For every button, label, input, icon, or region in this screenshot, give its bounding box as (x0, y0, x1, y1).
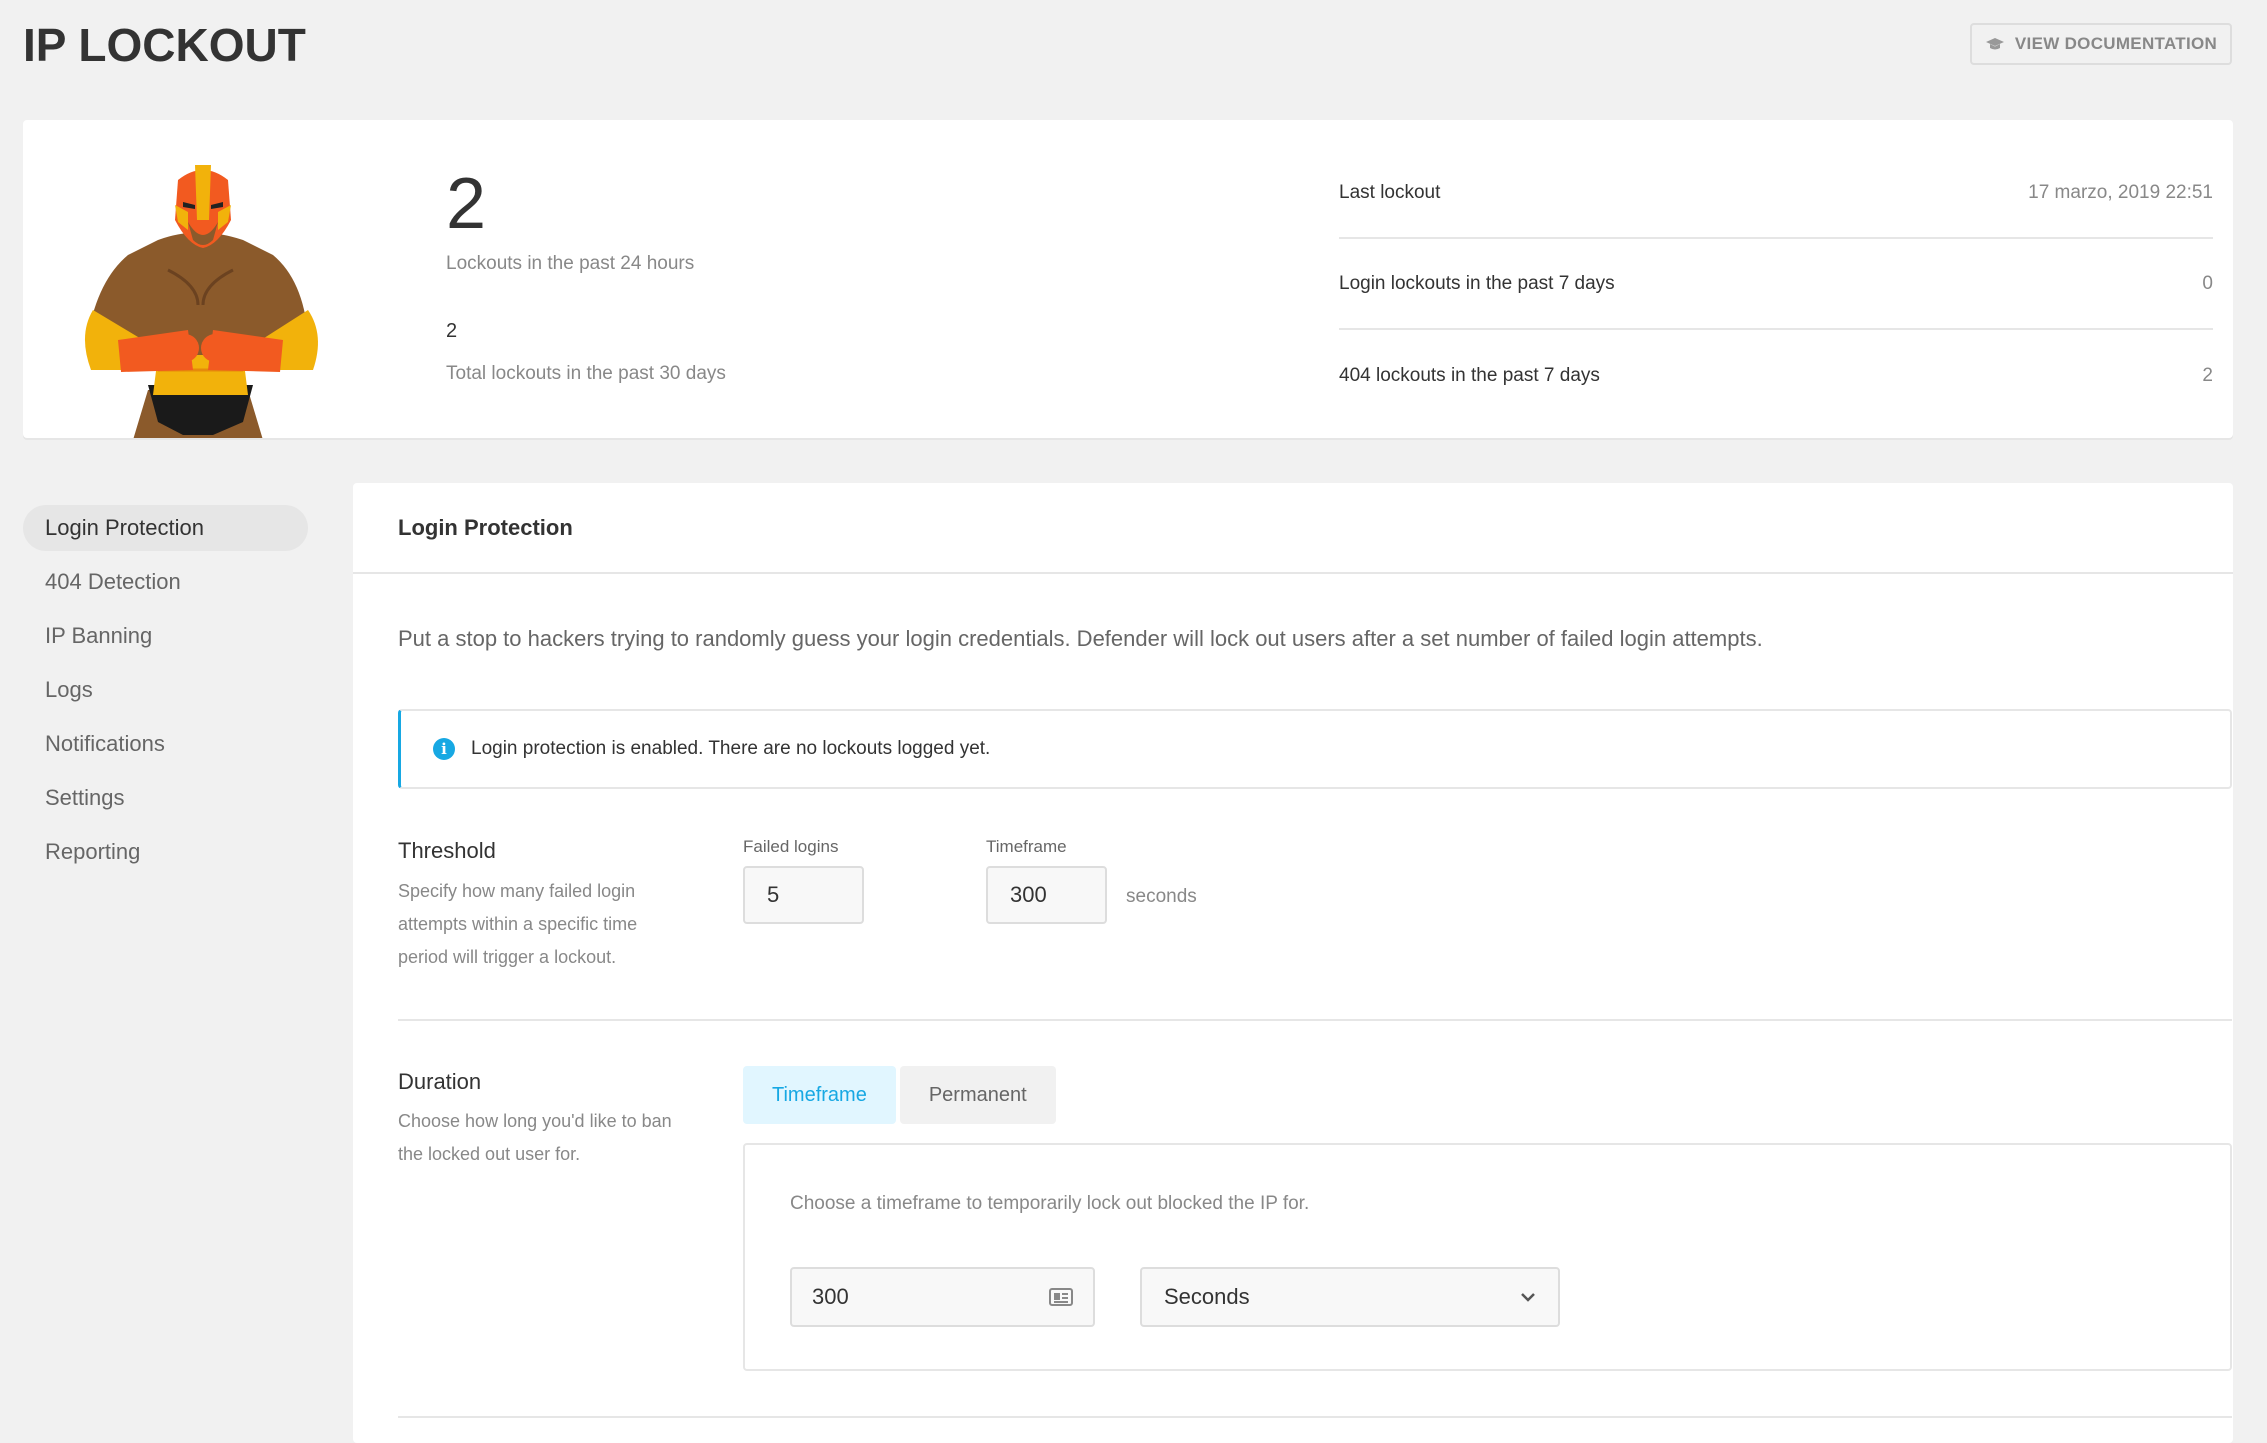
defender-mascot-image (84, 165, 318, 438)
login-protection-panel: Login Protection Put a stop to hackers t… (353, 483, 2233, 1443)
duration-value-input[interactable]: 300 (790, 1267, 1095, 1327)
lockout-stats-list: Last lockout 17 marzo, 2019 22:51 Login … (1339, 148, 2213, 421)
threshold-title: Threshold (398, 838, 496, 863)
sidebar-item-404-detection[interactable]: 404 Detection (23, 559, 308, 605)
section-divider (398, 1019, 2232, 1021)
stat-label: 404 lockouts in the past 7 days (1339, 364, 1600, 386)
lockouts-30d-label: Total lockouts in the past 30 days (446, 363, 726, 384)
notice-text: Login protection is enabled. There are n… (471, 738, 991, 759)
view-documentation-label: VIEW DOCUMENTATION (2014, 34, 2218, 53)
tab-timeframe[interactable]: Timeframe (743, 1066, 896, 1124)
lockouts-30d-count: 2 (446, 320, 458, 342)
timeframe-label: Timeframe (986, 837, 1067, 856)
section-divider (398, 1416, 2232, 1418)
sidebar-item-reporting[interactable]: Reporting (23, 829, 308, 875)
sidebar-item-ip-banning[interactable]: IP Banning (23, 613, 308, 659)
stat-label: Login lockouts in the past 7 days (1339, 272, 1615, 294)
threshold-description: Specify how many failed login attempts w… (398, 881, 638, 967)
panel-description: Put a stop to hackers trying to randomly… (398, 626, 1763, 651)
stat-label: Last lockout (1339, 181, 1441, 203)
duration-title: Duration (398, 1069, 482, 1094)
timeframe-unit: seconds (1126, 886, 1197, 907)
timeframe-input[interactable]: 300 (986, 866, 1107, 924)
sidebar-item-notifications[interactable]: Notifications (23, 721, 308, 767)
duration-description: Choose how long you'd like to ban the lo… (398, 1111, 672, 1164)
duration-value-text: 300 (812, 1284, 849, 1309)
stat-value: 0 (2202, 272, 2213, 294)
stat-row-404-lockouts: 404 lockouts in the past 7 days 2 (1339, 330, 2213, 421)
failed-logins-label: Failed logins (743, 837, 839, 856)
sidebar-item-logs[interactable]: Logs (23, 667, 308, 713)
sidebar-item-settings[interactable]: Settings (23, 775, 308, 821)
contact-card-icon (1049, 1288, 1073, 1306)
panel-title: Login Protection (353, 483, 2233, 574)
failed-logins-input[interactable]: 5 (743, 866, 864, 924)
stat-value: 17 marzo, 2019 22:51 (2028, 181, 2213, 203)
stat-value: 2 (2202, 364, 2213, 386)
chevron-down-icon (1521, 1293, 1535, 1302)
sidebar-nav: Login Protection 404 Detection IP Bannin… (23, 505, 308, 883)
sidebar-item-login-protection[interactable]: Login Protection (23, 505, 308, 551)
timeframe-description: Choose a timeframe to temporarily lock o… (790, 1193, 1310, 1214)
lockouts-24h-count: 2 (446, 164, 487, 244)
stat-row-last-lockout: Last lockout 17 marzo, 2019 22:51 (1339, 148, 2213, 239)
duration-unit-selected: Seconds (1164, 1284, 1250, 1309)
timeframe-tab-content: Choose a timeframe to temporarily lock o… (743, 1143, 2232, 1371)
tab-permanent[interactable]: Permanent (899, 1066, 1056, 1124)
stat-row-login-lockouts: Login lockouts in the past 7 days 0 (1339, 239, 2213, 330)
duration-tabs: Timeframe Permanent (743, 1066, 1056, 1124)
duration-unit-select[interactable]: Seconds (1140, 1267, 1560, 1327)
lockouts-24h-label: Lockouts in the past 24 hours (446, 253, 695, 274)
graduation-cap-icon (1985, 38, 2004, 50)
info-icon: i (433, 738, 455, 760)
view-documentation-button[interactable]: VIEW DOCUMENTATION (1970, 23, 2232, 65)
status-notice: i Login protection is enabled. There are… (398, 709, 2232, 789)
page-title: IP LOCKOUT (23, 19, 306, 71)
summary-card: 2 Lockouts in the past 24 hours 2 Total … (23, 120, 2233, 438)
